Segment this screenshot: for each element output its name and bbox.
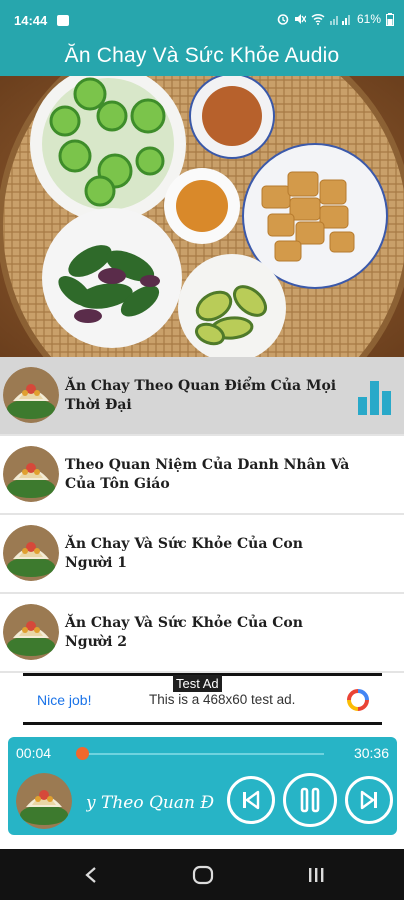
recents-icon [309, 868, 324, 882]
audio-player: 00:04 30:36 y Theo Quan Đ [8, 737, 397, 835]
mute-icon [294, 14, 306, 24]
seek-bar[interactable] [82, 753, 324, 755]
status-icons: 61% [277, 12, 394, 26]
previous-button[interactable] [227, 776, 275, 824]
skip-previous-icon [243, 790, 260, 810]
battery-icon [386, 12, 394, 26]
now-playing-title: y Theo Quan Đ [86, 793, 214, 813]
pause-button[interactable] [283, 773, 337, 827]
track-thumbnail [3, 446, 59, 502]
status-time: 14:44 [14, 13, 48, 28]
recents-button[interactable] [303, 862, 329, 888]
battery-percent: 61% [356, 12, 381, 26]
now-playing-thumbnail [16, 773, 72, 829]
signal-icon [329, 15, 350, 25]
back-button[interactable] [78, 862, 104, 888]
total-time: 30:36 [353, 745, 389, 761]
next-button[interactable] [345, 776, 393, 824]
list-item[interactable]: Ăn Chay Theo Quan Điểm Của Mọi Thời Đại [0, 357, 404, 436]
track-title: Ăn Chay Theo Quan Điểm Của Mọi Thời Đại [65, 377, 337, 413]
list-item[interactable]: Theo Quan Niệm Của Danh Nhân Và Của Tôn … [0, 436, 404, 515]
home-icon [192, 865, 214, 885]
ad-nice-text: Nice job! [37, 692, 92, 708]
equalizer-icon [358, 381, 391, 415]
track-title: Theo Quan Niệm Của Danh Nhân Và Của Tôn … [65, 456, 350, 492]
back-icon [85, 867, 96, 883]
track-title: Ăn Chay Và Sức Khỏe Của Con Người 1 [65, 535, 303, 571]
wifi-icon [311, 13, 325, 25]
track-list: Ăn Chay Theo Quan Điểm Của Mọi Thời Đại … [0, 357, 404, 673]
alarm-icon [277, 14, 289, 25]
ad-logo-icon [347, 689, 369, 711]
skip-next-icon [360, 790, 377, 810]
image-notification-icon [57, 15, 69, 26]
track-thumbnail [3, 525, 59, 581]
current-time: 00:04 [16, 745, 52, 761]
ad-body-text: This is a 468x60 test ad. [149, 692, 296, 707]
list-item[interactable]: Ăn Chay Và Sức Khỏe Của Con Người 2 [0, 594, 404, 673]
home-button[interactable] [190, 862, 216, 888]
track-thumbnail [3, 367, 59, 423]
track-title: Ăn Chay Và Sức Khỏe Của Con Người 2 [65, 614, 303, 650]
list-item[interactable]: Ăn Chay Và Sức Khỏe Của Con Người 1 [0, 515, 404, 594]
seek-thumb[interactable] [75, 747, 89, 760]
track-thumbnail [3, 604, 59, 660]
system-nav-bar [0, 849, 404, 900]
pause-icon [300, 787, 320, 813]
banner-image [0, 76, 404, 357]
ad-tag-label: Test Ad [173, 675, 222, 692]
app-title: Ăn Chay Và Sức Khỏe Audio [64, 44, 340, 67]
app-bar: Ăn Chay Và Sức Khỏe Audio [0, 36, 404, 76]
